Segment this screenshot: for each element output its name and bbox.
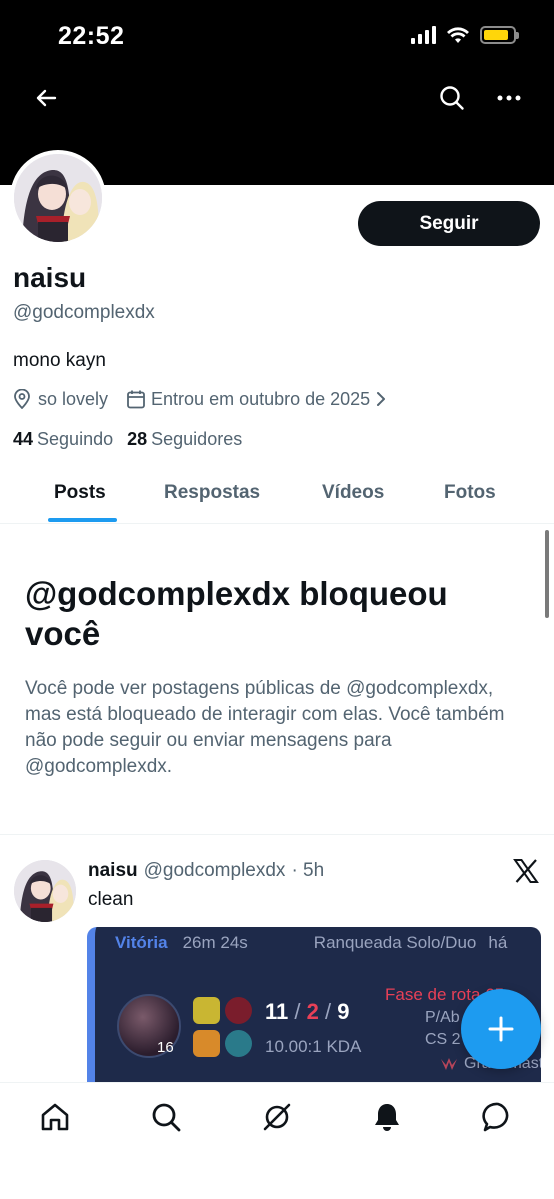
x-logo-icon <box>513 859 539 883</box>
scrollbar[interactable] <box>545 530 549 618</box>
avatar-image <box>14 860 76 922</box>
rank-emblem-icon <box>441 1057 457 1070</box>
status-time: 22:52 <box>58 22 125 50</box>
back-arrow-icon <box>36 89 57 107</box>
wifi-icon <box>447 27 469 43</box>
champion-level: 16 <box>157 1039 174 1056</box>
followers-link[interactable]: 28 Seguidores <box>127 429 242 450</box>
search-button[interactable] <box>436 82 468 114</box>
post-text: clean <box>88 889 134 910</box>
match-result: Vitória <box>115 933 168 952</box>
lane-label: Fase de rota <box>385 985 481 1004</box>
grok-icon <box>263 1103 291 1131</box>
following-link[interactable]: 44 Seguindo <box>13 429 113 450</box>
profile-handle: @godcomplexdx <box>13 302 155 323</box>
compose-button[interactable] <box>461 989 541 1069</box>
following-label: Seguindo <box>37 429 114 449</box>
spell-icon-1 <box>193 997 220 1024</box>
kills: 11 <box>265 999 289 1024</box>
back-button[interactable] <box>30 82 62 114</box>
home-icon <box>41 1103 69 1131</box>
blocked-description: Você pode ver postagens públicas de @god… <box>25 678 505 777</box>
divider <box>0 834 554 835</box>
messages-icon <box>482 1102 509 1132</box>
tab-videos[interactable]: Vídeos <box>322 482 384 504</box>
tab-posts[interactable]: Posts <box>54 482 106 504</box>
blocked-title: @godcomplexdx bloqueou você <box>25 575 448 652</box>
tab-photos[interactable]: Fotos <box>444 482 496 504</box>
follow-button[interactable]: Seguir <box>358 201 540 246</box>
tab-replies[interactable]: Respostas <box>164 482 260 504</box>
match-duration: 26m 24s <box>182 933 248 952</box>
followers-label: Seguidores <box>151 429 243 449</box>
followers-count: 28 <box>127 429 148 449</box>
kda-ratio: 10.00:1 KDA <box>265 1037 362 1056</box>
match-queue: Ranqueada Solo/Duo <box>313 933 477 952</box>
profile-avatar[interactable] <box>10 150 106 246</box>
card-stat-line-2: P/Ab <box>425 1009 460 1026</box>
more-dots-icon <box>497 95 521 101</box>
following-count: 44 <box>13 429 34 449</box>
nav-search[interactable] <box>148 1099 184 1135</box>
card-top-row: Vitória 26m 24s Ranqueada Solo/Duo há <box>115 933 507 953</box>
post-time: · 5h <box>291 860 325 881</box>
profile-tabs: Posts Respostas Vídeos Fotos <box>0 466 554 524</box>
rune-icon-1 <box>225 997 252 1024</box>
profile-bio: mono kayn <box>13 350 106 371</box>
post-header: naisu @godcomplexdx · 5h <box>88 860 324 882</box>
plus-icon <box>488 1016 514 1042</box>
calendar-icon <box>126 388 146 410</box>
signal-icon <box>411 26 436 44</box>
more-options-button[interactable] <box>493 82 525 114</box>
nav-home[interactable] <box>37 1099 73 1135</box>
notifications-icon <box>375 1104 399 1131</box>
profile-display-name: naisu <box>13 262 87 293</box>
rune-icon-2 <box>225 1030 252 1057</box>
nav-grok[interactable] <box>259 1099 295 1135</box>
active-tab-indicator <box>48 518 117 522</box>
deaths: 2 <box>306 999 319 1024</box>
battery-level <box>484 30 508 40</box>
post-author-name[interactable]: naisu <box>88 860 138 882</box>
assists: 9 <box>337 999 350 1024</box>
profile-meta: so lovely Entrou em outubro de 2025 <box>13 388 401 410</box>
nav-notifications[interactable] <box>369 1099 405 1135</box>
location-icon <box>13 388 33 410</box>
search-icon <box>152 1103 181 1132</box>
match-queue-suffix: há <box>488 933 508 952</box>
battery-icon <box>480 26 519 44</box>
profile-joined[interactable]: Entrou em outubro de 2025 <box>151 389 370 410</box>
chevron-right-icon[interactable] <box>376 388 396 410</box>
follow-counts: 44 Seguindo 28 Seguidores <box>13 429 242 450</box>
avatar-image <box>14 154 102 242</box>
nav-messages[interactable] <box>480 1099 516 1135</box>
post-avatar[interactable] <box>14 860 76 922</box>
kda-score: 11 / 2 / 9 <box>265 999 350 1024</box>
spell-icon-2 <box>193 1030 220 1057</box>
card-stat-cs: CS 2 <box>425 1031 461 1048</box>
bottom-nav <box>0 1082 554 1199</box>
search-icon <box>440 86 464 110</box>
post-author-handle[interactable]: @godcomplexdx <box>144 860 286 882</box>
profile-location: so lovely <box>38 388 109 409</box>
status-icons <box>411 26 519 44</box>
